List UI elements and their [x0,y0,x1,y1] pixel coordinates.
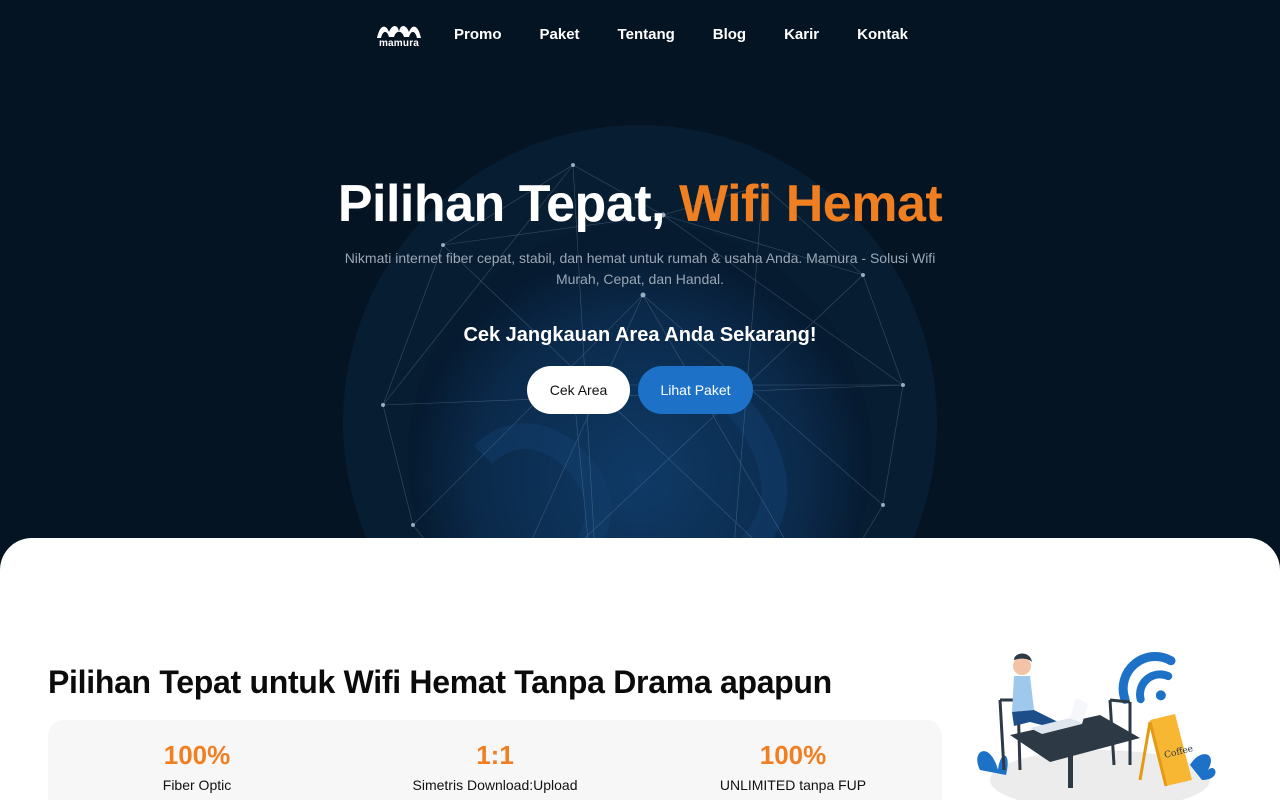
hero-title-main: Pilihan Tepat, [337,175,679,233]
stat-label: UNLIMITED tanpa FUP [719,777,867,793]
stat-unlimited: 100% UNLIMITED tanpa FUP [644,720,942,800]
features-section: Pilihan Tepat untuk Wifi Hemat Tanpa Dra… [0,538,1280,800]
stat-symmetric: 1:1 Simetris Download:Upload [346,720,644,800]
stats-panel: 100% Fiber Optic 1:1 Simetris Download:U… [48,720,942,800]
hero-subtitle: Nikmati internet fiber cepat, stabil, da… [344,250,936,287]
cafe-wifi-illustration: Coffee [977,652,1216,800]
stat-value: 100% [759,740,827,770]
mamura-logo[interactable]: mamura [376,22,422,49]
hero-section: Pilihan Tepat, Wifi Hemat Nikmati intern… [0,70,1280,540]
nav-link-promo[interactable]: Promo [454,26,502,44]
top-navigation: mamura Promo Paket Tentang Blog Karir Ko… [0,0,1280,70]
nav-link-paket[interactable]: Paket [540,26,580,44]
coverage-cta-title: Cek Jangkauan Area Anda Sekarang! [463,324,817,346]
stat-value: 100% [163,740,231,770]
nav-link-tentang[interactable]: Tentang [618,26,675,44]
stat-fiber-optic: 100% Fiber Optic [48,720,346,800]
logo-text: mamura [378,38,420,49]
stat-label: Fiber Optic [162,777,232,793]
nav-link-blog[interactable]: Blog [713,26,746,44]
nav-link-kontak[interactable]: Kontak [857,26,908,44]
nav-link-karir[interactable]: Karir [784,26,819,44]
hero-title-accent: Wifi Hemat [678,175,943,233]
hero-buttons: Cek Area Lihat Paket [0,366,1280,414]
hero-title: Pilihan Tepat, Wifi Hemat [0,174,1280,234]
features-title: Pilihan Tepat untuk Wifi Hemat Tanpa Dra… [48,664,832,700]
view-packages-button[interactable]: Lihat Paket [638,366,753,414]
check-area-button[interactable]: Cek Area [527,366,630,414]
stat-label: Simetris Download:Upload [412,777,578,793]
wifi-icon [1118,652,1176,704]
stat-value: 1:1 [476,740,514,770]
